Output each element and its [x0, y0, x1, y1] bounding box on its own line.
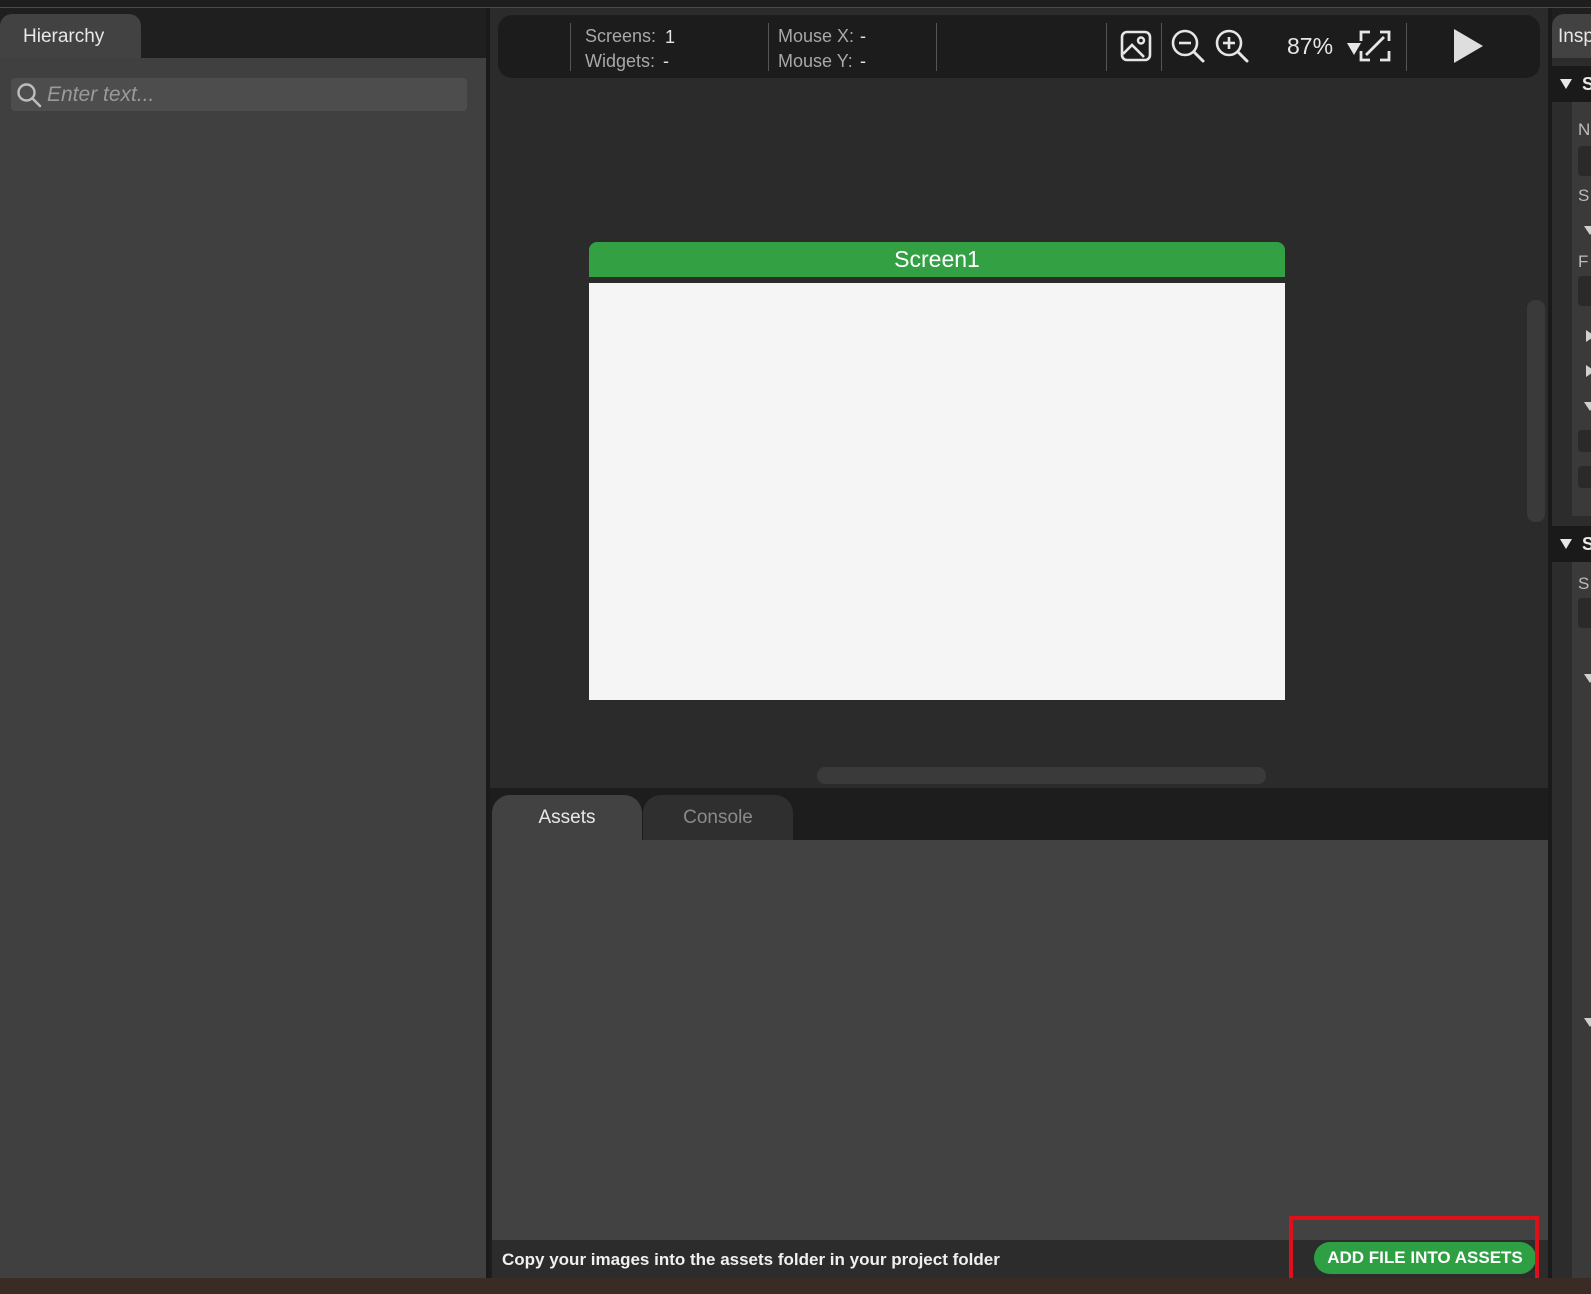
toolbar-separator [936, 23, 937, 71]
mouse-x-label: Mouse X: [778, 26, 855, 46]
zoom-in-icon[interactable] [1212, 25, 1252, 67]
inspector-input[interactable] [1578, 430, 1591, 452]
inspector-content: S N S F S S [1552, 58, 1591, 1278]
expand-icon[interactable] [1584, 1018, 1591, 1027]
inspector-section-header[interactable]: S [1552, 526, 1591, 562]
screen-body[interactable] [589, 283, 1285, 700]
image-icon[interactable] [1116, 25, 1156, 67]
tab-console[interactable]: Console [643, 795, 793, 840]
widgets-count: - [663, 51, 669, 71]
tab-assets[interactable]: Assets [492, 795, 642, 840]
assets-hint-text: Copy your images into the assets folder … [502, 1250, 1000, 1269]
design-canvas[interactable]: Screen1 [490, 78, 1548, 788]
inspector-field-label: N [1578, 120, 1591, 139]
screens-count: 1 [665, 27, 676, 47]
inspector-section-label: S [1582, 73, 1591, 94]
toolbar-separator [1406, 23, 1407, 71]
expand-icon[interactable] [1586, 365, 1591, 377]
tab-assets-label: Assets [538, 806, 596, 828]
bottom-panel: Assets Console Copy your images into the… [490, 788, 1548, 1278]
zoom-out-icon[interactable] [1168, 25, 1208, 67]
screens-label: Screens: [585, 26, 657, 46]
hierarchy-search-input[interactable] [47, 82, 447, 107]
inspector-field-label: S [1578, 186, 1590, 205]
inspector-field-label: F [1578, 252, 1589, 271]
os-taskbar [0, 1278, 1591, 1294]
assets-list [492, 840, 1548, 1240]
expand-icon[interactable] [1584, 674, 1591, 683]
inspector-input[interactable] [1578, 146, 1591, 176]
toolbar-separator [570, 23, 571, 71]
expand-icon[interactable] [1586, 330, 1591, 342]
horizontal-scrollbar[interactable] [817, 767, 1266, 784]
top-border [0, 0, 1591, 8]
hierarchy-content [0, 58, 486, 1278]
search-icon [15, 81, 43, 109]
tab-console-label: Console [683, 806, 753, 828]
mouse-x-value: - [860, 26, 866, 46]
inspector-input[interactable] [1578, 598, 1591, 628]
canvas-toolbar: Screens: 1 Widgets: - Mouse X: - Mouse Y… [498, 15, 1540, 78]
inspector-section-header[interactable]: S [1552, 66, 1591, 102]
zoom-level[interactable]: 87% [1287, 33, 1333, 60]
screen-preview[interactable]: Screen1 [589, 242, 1285, 700]
inspector-section-label: S [1582, 533, 1591, 554]
mouse-y-label: Mouse Y: [778, 51, 853, 71]
inspector-input[interactable] [1578, 466, 1591, 488]
inspector-input[interactable] [1578, 276, 1591, 306]
screen-title-bar[interactable]: Screen1 [589, 242, 1285, 277]
play-icon[interactable] [1448, 25, 1488, 67]
inspector-section-body [1572, 562, 1591, 1278]
hierarchy-search-box[interactable] [11, 78, 467, 111]
toolbar-separator [1106, 23, 1107, 71]
mouse-y-value: - [860, 51, 866, 71]
fit-screen-icon[interactable] [1355, 25, 1395, 67]
tab-hierarchy[interactable]: Hierarchy [0, 14, 141, 60]
inspector-panel: Insp S N S F S S [1552, 8, 1591, 1278]
widgets-label: Widgets: [585, 51, 656, 71]
toolbar-separator [768, 23, 769, 71]
tab-inspector[interactable]: Insp [1552, 14, 1591, 60]
tab-hierarchy-label: Hierarchy [23, 26, 105, 47]
screen-title: Screen1 [894, 246, 980, 272]
toolbar-separator [1161, 23, 1162, 71]
hierarchy-panel: Hierarchy [0, 8, 486, 1278]
canvas-panel: Screens: 1 Widgets: - Mouse X: - Mouse Y… [490, 8, 1548, 788]
inspector-field-label: S [1578, 574, 1590, 593]
collapse-icon [1560, 539, 1572, 549]
tab-inspector-label: Insp [1558, 26, 1591, 47]
expand-icon[interactable] [1584, 226, 1591, 235]
expand-icon[interactable] [1584, 402, 1591, 411]
collapse-icon [1560, 79, 1572, 89]
vertical-scrollbar[interactable] [1527, 300, 1545, 522]
